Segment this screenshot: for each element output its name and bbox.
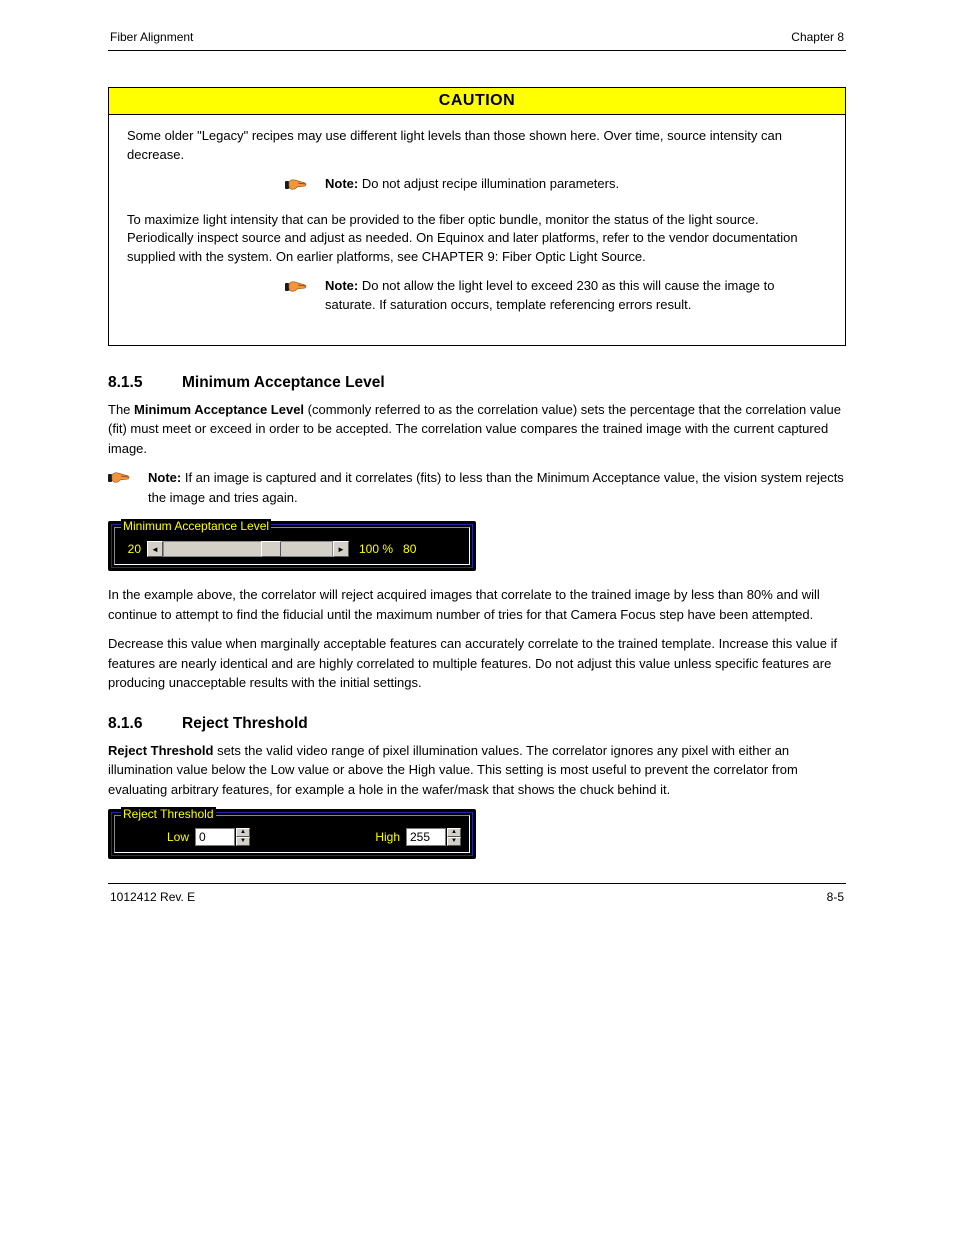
note-label: Note: xyxy=(325,176,362,191)
section-mal-heading: 8.1.5 Minimum Acceptance Level xyxy=(108,374,846,392)
rt-low-input[interactable] xyxy=(195,828,235,846)
caution-box: CAUTION Some older "Legacy" recipes may … xyxy=(108,87,846,346)
note-label: Note: xyxy=(325,278,362,293)
footer-left: 1012412 Rev. E xyxy=(110,890,195,904)
rt-low-label: Low xyxy=(167,830,189,844)
min-acceptance-widget: Minimum Acceptance Level 20 ◄ ► 100 % 80 xyxy=(108,521,476,571)
rt-high-label: High xyxy=(375,830,400,844)
rt-low-field: Low ▲ ▼ xyxy=(167,828,250,846)
caution-title: CAUTION xyxy=(109,88,845,115)
page-footer: 1012412 Rev. E 8-5 xyxy=(108,884,846,904)
note-label: Note: xyxy=(148,470,185,485)
caution-note-2: Note: Do not allow the light level to ex… xyxy=(127,277,827,315)
spin-down-icon[interactable]: ▼ xyxy=(447,837,461,846)
mal-track[interactable] xyxy=(163,541,333,557)
mal-note: Note: If an image is captured and it cor… xyxy=(108,468,846,507)
header-left: Fiber Alignment xyxy=(110,30,193,44)
mal-after-p1: In the example above, the correlator wil… xyxy=(108,585,846,624)
pointing-hand-icon xyxy=(108,470,138,489)
pointing-hand-icon xyxy=(285,177,315,199)
section-number: 8.1.6 xyxy=(108,715,158,733)
note-text: Do not adjust recipe illumination parame… xyxy=(362,176,619,191)
rt-high-field: High ▲ ▼ xyxy=(375,828,461,846)
caution-p1: Some older "Legacy" recipes may use diff… xyxy=(127,127,827,165)
spin-up-icon[interactable]: ▲ xyxy=(447,828,461,837)
caution-p2: To maximize light intensity that can be … xyxy=(127,211,827,268)
mal-legend: Minimum Acceptance Level xyxy=(121,519,271,533)
mal-scrollbar[interactable]: ◄ ► xyxy=(147,540,349,558)
reject-threshold-widget: Reject Threshold Low ▲ ▼ High xyxy=(108,809,476,859)
mal-thumb[interactable] xyxy=(261,541,281,557)
mal-p1: The Minimum Acceptance Level (commonly r… xyxy=(108,400,846,459)
section-rt-heading: 8.1.6 Reject Threshold xyxy=(108,715,846,733)
pointing-hand-icon xyxy=(285,279,315,301)
mal-current-value: 80 xyxy=(403,542,416,556)
note-text: If an image is captured and it correlate… xyxy=(148,470,844,505)
mal-min-label: 20 xyxy=(119,542,141,556)
spin-down-icon[interactable]: ▼ xyxy=(236,837,250,846)
header-rule xyxy=(108,50,846,51)
rt-p1: Reject Threshold sets the valid video ra… xyxy=(108,741,846,800)
mal-after-p2: Decrease this value when marginally acce… xyxy=(108,634,846,693)
section-title-text: Minimum Acceptance Level xyxy=(182,374,385,392)
rt-high-input[interactable] xyxy=(406,828,446,846)
scroll-right-arrow-icon[interactable]: ► xyxy=(333,541,349,557)
mal-percent-label: 100 % xyxy=(359,542,393,556)
footer-right: 8-5 xyxy=(827,890,844,904)
spin-up-icon[interactable]: ▲ xyxy=(236,828,250,837)
section-number: 8.1.5 xyxy=(108,374,158,392)
header-right: Chapter 8 xyxy=(791,30,844,44)
caution-note-1: Note: Do not adjust recipe illumination … xyxy=(127,175,827,199)
scroll-left-arrow-icon[interactable]: ◄ xyxy=(147,541,163,557)
rt-legend: Reject Threshold xyxy=(121,807,216,821)
section-title-text: Reject Threshold xyxy=(182,715,308,733)
page-header: Fiber Alignment Chapter 8 xyxy=(108,30,846,44)
note-text: Do not allow the light level to exceed 2… xyxy=(325,278,774,312)
